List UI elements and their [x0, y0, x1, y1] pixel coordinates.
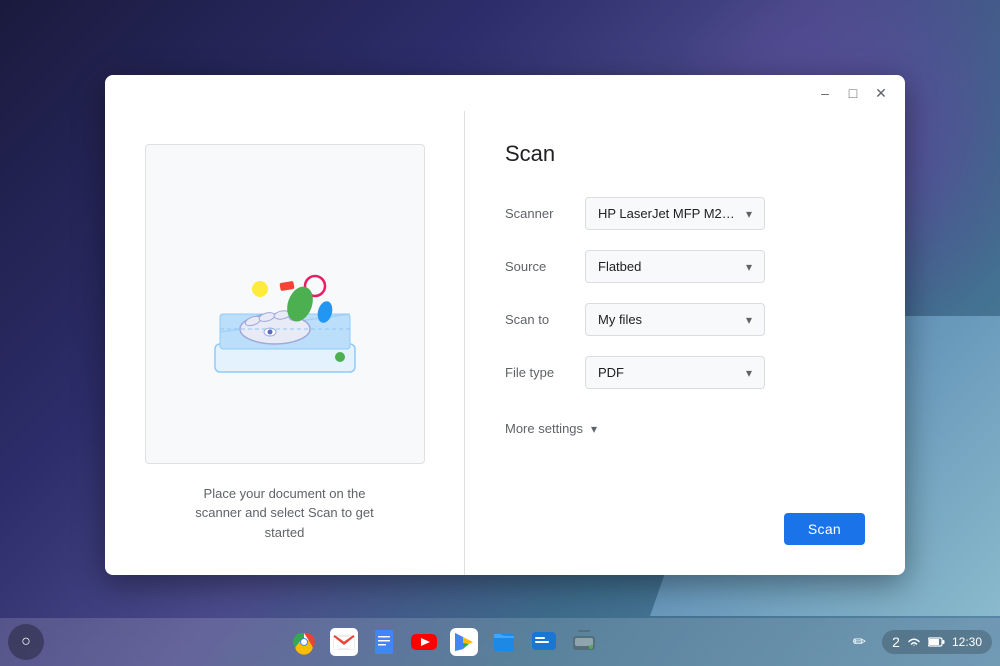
controls-panel: Scan Scanner HP LaserJet MFP M29... ▾ So… — [465, 111, 905, 575]
launcher-button[interactable]: ○ — [8, 624, 44, 660]
source-label: Source — [505, 259, 585, 274]
title-bar: – □ ✕ — [105, 75, 905, 111]
scan-title: Scan — [505, 141, 865, 167]
close-button[interactable]: ✕ — [869, 81, 893, 105]
system-tray[interactable]: 2 12:30 — [882, 630, 992, 654]
files-svg-icon — [490, 628, 518, 656]
more-settings-row[interactable]: More settings ▾ — [505, 413, 865, 444]
maximize-button[interactable]: □ — [841, 81, 865, 105]
taskbar-right: ✏ 2 12:30 — [845, 628, 992, 656]
gmail-svg-icon — [330, 628, 358, 656]
more-settings-label: More settings — [505, 421, 583, 436]
scan-app-icon[interactable] — [566, 624, 602, 660]
file-type-value: PDF — [598, 365, 738, 380]
source-dropdown-arrow: ▾ — [746, 260, 752, 274]
play-svg-icon — [450, 628, 478, 656]
scan-to-select[interactable]: My files ▾ — [585, 303, 765, 336]
pen-icon[interactable]: ✏ — [845, 628, 874, 656]
battery-icon — [928, 636, 946, 648]
file-type-dropdown-arrow: ▾ — [746, 366, 752, 380]
preview-panel: Place your document on the scanner and s… — [105, 111, 465, 575]
window-controls: – □ ✕ — [813, 81, 893, 105]
taskbar-left: ○ — [8, 624, 44, 660]
scan-to-row: Scan to My files ▾ — [505, 303, 865, 336]
source-row: Source Flatbed ▾ — [505, 250, 865, 283]
more-settings-chevron-icon: ▾ — [591, 422, 597, 436]
taskbar: ○ — [0, 618, 1000, 666]
files-app-icon[interactable] — [486, 624, 522, 660]
scan-to-label: Scan to — [505, 312, 585, 327]
gmail-app-icon[interactable] — [326, 624, 362, 660]
youtube-app-icon[interactable] — [406, 624, 442, 660]
scan-window: – □ ✕ — [105, 75, 905, 575]
notification-badge: 2 — [892, 634, 900, 650]
clock-display: 12:30 — [952, 635, 982, 649]
taskbar-apps — [44, 624, 845, 660]
scan-button[interactable]: Scan — [784, 513, 865, 545]
scanner-illustration — [185, 214, 385, 394]
messages-app-icon[interactable] — [526, 624, 562, 660]
window-content: Place your document on the scanner and s… — [105, 111, 905, 575]
source-select[interactable]: Flatbed ▾ — [585, 250, 765, 283]
minimize-button[interactable]: – — [813, 81, 837, 105]
launcher-icon: ○ — [21, 633, 31, 651]
preview-area — [145, 144, 425, 464]
scanner-row: Scanner HP LaserJet MFP M29... ▾ — [505, 197, 865, 230]
file-type-row: File type PDF ▾ — [505, 356, 865, 389]
docs-app-icon[interactable] — [366, 624, 402, 660]
chrome-svg-icon — [290, 628, 318, 656]
scanner-label: Scanner — [505, 206, 585, 221]
scan-to-value: My files — [598, 312, 738, 327]
docs-svg-icon — [370, 628, 398, 656]
source-value: Flatbed — [598, 259, 738, 274]
scanner-select[interactable]: HP LaserJet MFP M29... ▾ — [585, 197, 765, 230]
scanner-value: HP LaserJet MFP M29... — [598, 206, 738, 221]
play-app-icon[interactable] — [446, 624, 482, 660]
wifi-icon — [906, 634, 922, 650]
scanner-dropdown-arrow: ▾ — [746, 207, 752, 221]
messages-svg-icon — [530, 628, 558, 656]
scan-to-dropdown-arrow: ▾ — [746, 313, 752, 327]
youtube-svg-icon — [410, 628, 438, 656]
preview-instruction: Place your document on the scanner and s… — [185, 484, 385, 543]
scan-svg-icon — [570, 628, 598, 656]
chrome-app-icon[interactable] — [286, 624, 322, 660]
file-type-select[interactable]: PDF ▾ — [585, 356, 765, 389]
file-type-label: File type — [505, 365, 585, 380]
